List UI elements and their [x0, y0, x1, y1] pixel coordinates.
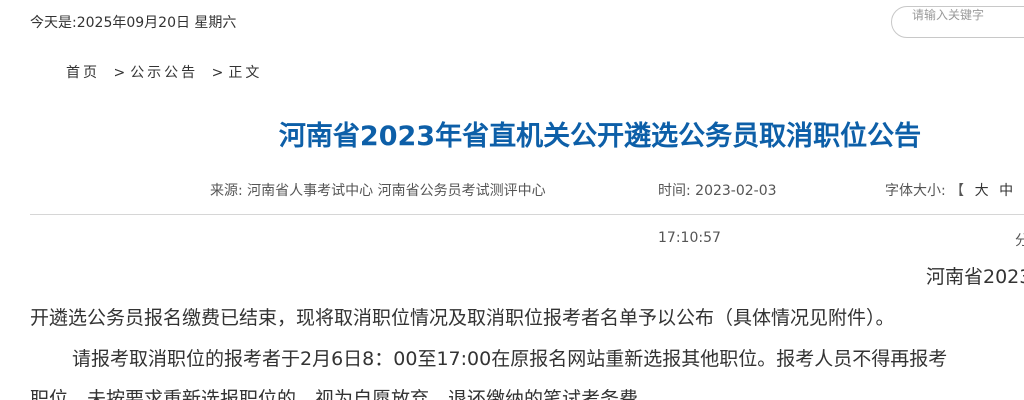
breadcrumb-separator: >: [113, 65, 129, 81]
source-label: 来源:: [210, 183, 243, 199]
font-size-bracket: 【: [950, 183, 965, 199]
time-label: 时间:: [658, 183, 691, 199]
font-size-label: 字体大小:: [885, 183, 946, 199]
time-value: 17:10:57: [658, 230, 721, 246]
article-paragraph: 请报考取消职位的报考者于2月6日8：00至17:00在原报名网站重新选报其他职位…: [72, 348, 948, 370]
meta-divider: [30, 214, 1024, 215]
article-title: 河南省2023年省直机关公开遴选公务员取消职位公告: [278, 121, 922, 152]
breadcrumb-home-link[interactable]: 首页: [66, 65, 100, 81]
search-input[interactable]: [912, 7, 1024, 23]
share-label: 分: [1015, 233, 1024, 249]
font-size-medium-button[interactable]: 中: [999, 183, 1013, 199]
breadcrumb: 首页 > 公示公告 > 正文: [66, 62, 262, 82]
breadcrumb-current: 正文: [228, 65, 263, 81]
font-size-large-button[interactable]: 大: [975, 183, 989, 199]
date-value: 2023-02-03: [695, 183, 777, 199]
article-paragraph: 职位。未按要求重新选报职位的，视为自愿放弃，退还缴纳的笔试考务费。: [30, 388, 658, 400]
breadcrumb-separator: >: [211, 65, 227, 81]
font-size-control: 字体大小: 【 大 中: [885, 180, 1013, 200]
article-source: 来源: 河南省人事考试中心 河南省公务员考试测评中心: [210, 180, 546, 200]
search-box[interactable]: [891, 6, 1024, 38]
article-paragraph: 河南省2023: [926, 266, 1024, 288]
article-time: 时间: 2023-02-03: [658, 180, 777, 200]
breadcrumb-section-link[interactable]: 公示公告: [130, 65, 198, 81]
current-date: 今天是:2025年09月20日 星期六: [30, 15, 237, 31]
source-value: 河南省人事考试中心 河南省公务员考试测评中心: [247, 183, 546, 199]
article-paragraph: 开遴选公务员报名缴费已结束，现将取消职位情况及取消职位报考者名单予以公布（具体情…: [30, 307, 895, 329]
article-page: 今天是:2025年09月20日 星期六 首页 >公示公告 >正文 河南省2023…: [0, 0, 1024, 400]
